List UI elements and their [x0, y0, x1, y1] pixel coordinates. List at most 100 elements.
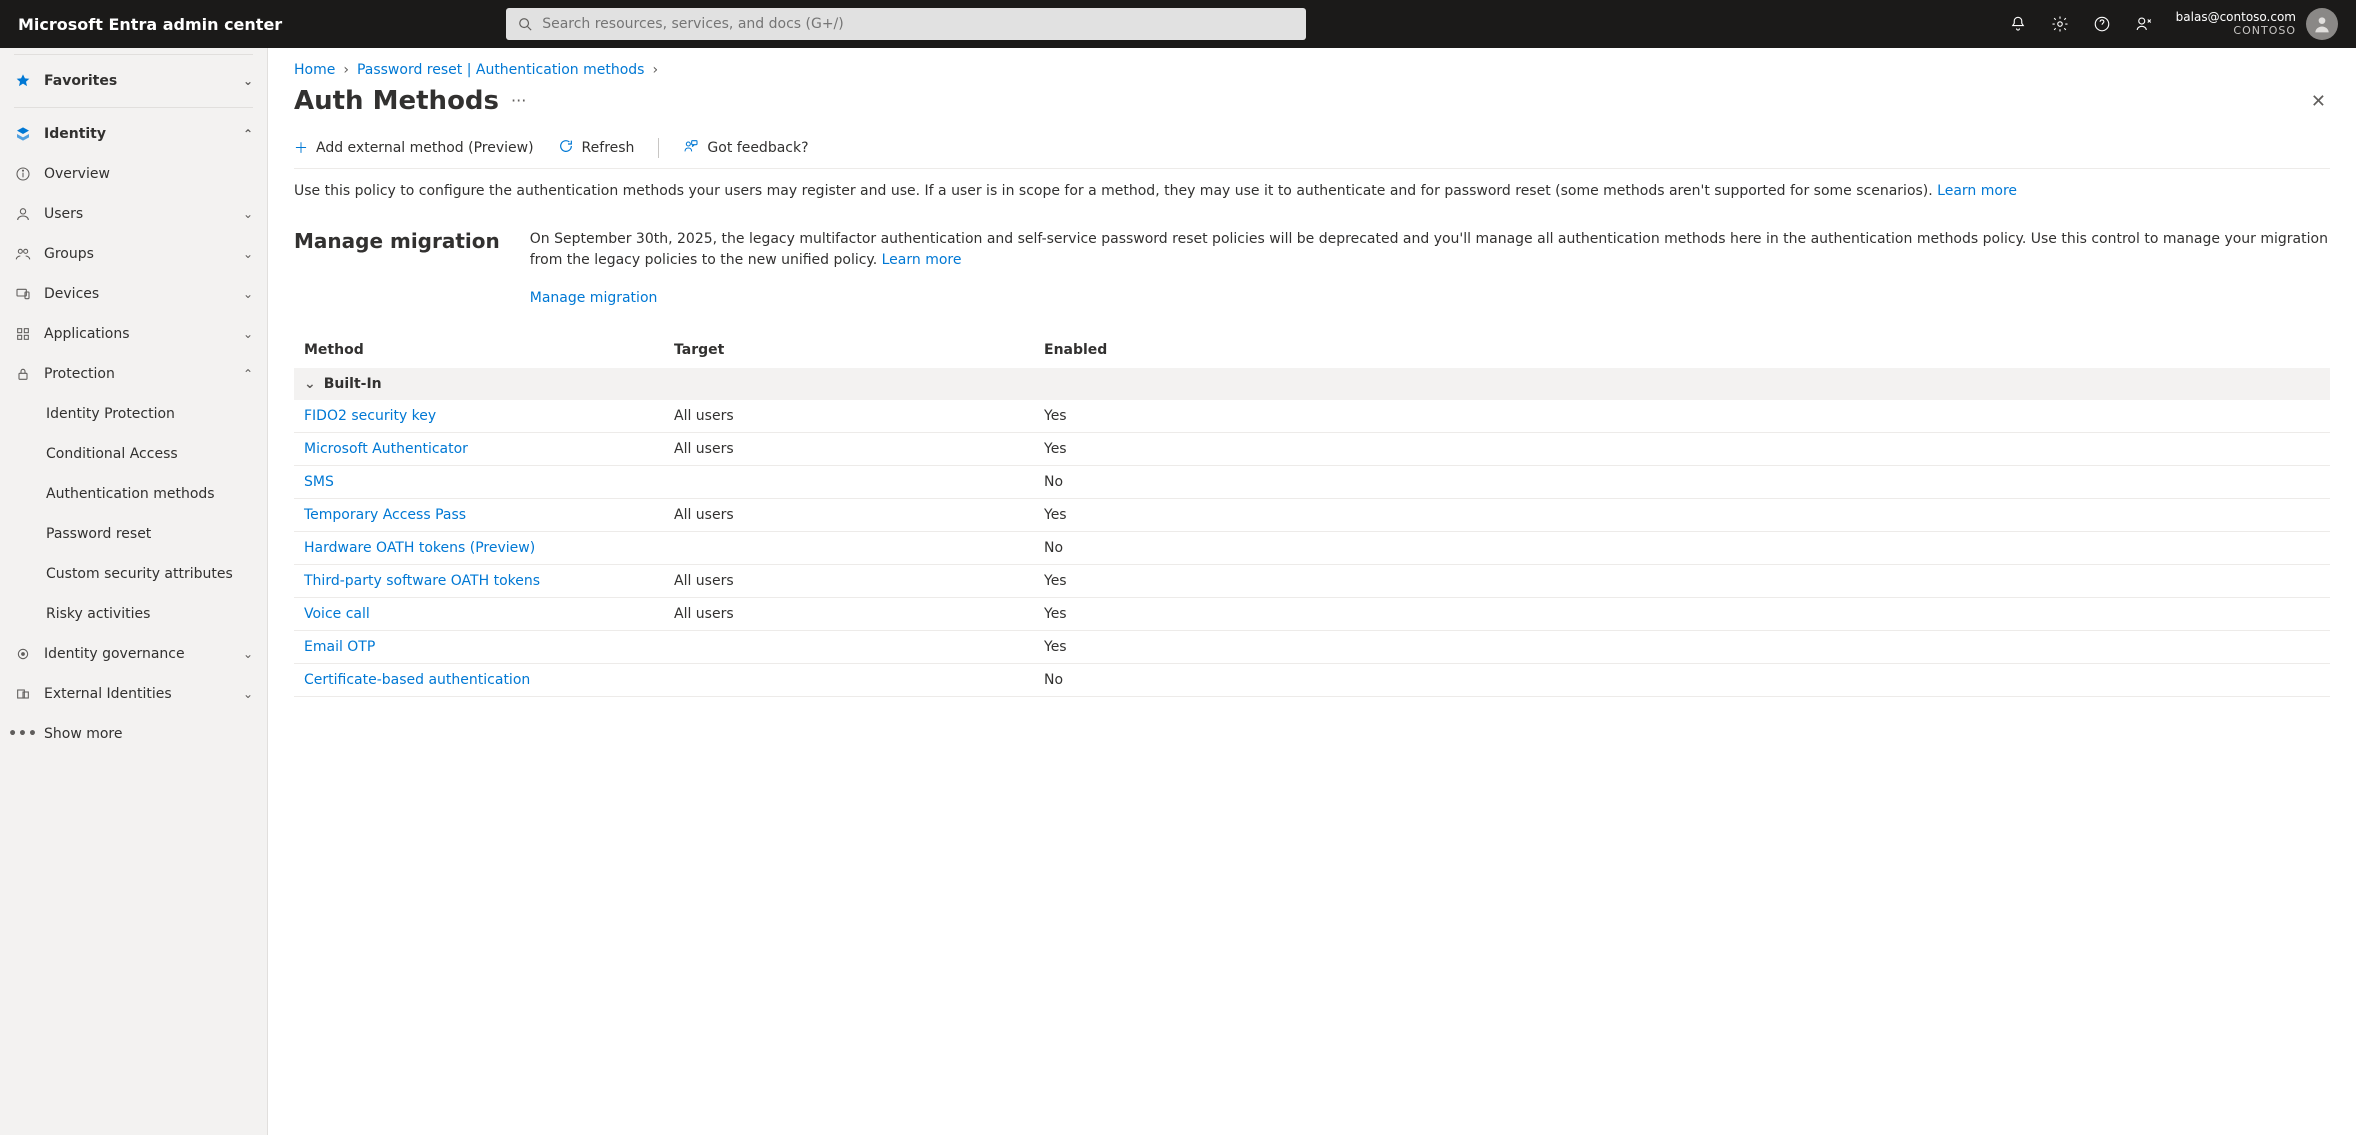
breadcrumb-home[interactable]: Home	[294, 62, 335, 78]
method-link[interactable]: Email OTP	[304, 639, 375, 655]
enabled-cell: Yes	[1034, 565, 2330, 598]
method-link[interactable]: FIDO2 security key	[304, 408, 436, 424]
method-link[interactable]: Voice call	[304, 606, 370, 622]
target-cell: All users	[664, 433, 1034, 466]
chevron-down-icon: ⌄	[243, 287, 253, 301]
desc-text: Use this policy to configure the authent…	[294, 183, 1937, 199]
table-row[interactable]: Third-party software OATH tokens All user…	[294, 565, 2330, 598]
target-cell: All users	[664, 565, 1034, 598]
method-link[interactable]: SMS	[304, 474, 334, 490]
sidebar-label: Identity Protection	[46, 406, 253, 422]
sidebar-item-applications[interactable]: Applications ⌄	[0, 314, 267, 354]
page-title: Auth Methods	[294, 86, 499, 116]
table-row[interactable]: Voice callAll usersYes	[294, 598, 2330, 631]
settings-icon[interactable]	[2050, 14, 2070, 34]
sidebar-item-password-reset[interactable]: Password reset	[0, 514, 267, 554]
chevron-down-icon: ⌄	[243, 687, 253, 701]
enabled-cell: Yes	[1034, 499, 2330, 532]
method-link[interactable]: Certificate-based authentication	[304, 672, 530, 688]
brand-title: Microsoft Entra admin center	[18, 15, 282, 34]
command-bar: ＋ Add external method (Preview) Refresh …	[294, 138, 2330, 158]
account-control[interactable]: balas@contoso.com CONTOSO	[2176, 8, 2338, 40]
sidebar-item-conditional-access[interactable]: Conditional Access	[0, 434, 267, 474]
col-target[interactable]: Target	[664, 334, 1034, 368]
enabled-cell: No	[1034, 664, 2330, 697]
sidebar-item-risky-activities[interactable]: Risky activities	[0, 594, 267, 634]
separator	[658, 138, 659, 158]
method-link[interactable]: Microsoft Authenticator	[304, 441, 468, 457]
sidebar-item-custom-security-attributes[interactable]: Custom security attributes	[0, 554, 267, 594]
migration-text: On September 30th, 2025, the legacy mult…	[530, 231, 2328, 267]
info-icon	[14, 165, 32, 183]
add-external-method-button[interactable]: ＋ Add external method (Preview)	[294, 138, 534, 158]
learn-more-link[interactable]: Learn more	[1937, 183, 2017, 199]
sidebar-item-protection[interactable]: Protection ⌃	[0, 354, 267, 394]
person-feedback-icon	[683, 138, 699, 158]
sidebar-item-identity-governance[interactable]: Identity governance ⌄	[0, 634, 267, 674]
enabled-cell: Yes	[1034, 598, 2330, 631]
sidebar-item-devices[interactable]: Devices ⌄	[0, 274, 267, 314]
enabled-cell: Yes	[1034, 631, 2330, 664]
sidebar-item-identity-protection[interactable]: Identity Protection	[0, 394, 267, 434]
method-link[interactable]: Temporary Access Pass	[304, 507, 466, 523]
ellipsis-icon: •••	[14, 725, 32, 743]
sidebar-item-overview[interactable]: Overview	[0, 154, 267, 194]
user-email: balas@contoso.com	[2176, 11, 2296, 25]
lock-icon	[14, 365, 32, 383]
groups-icon	[14, 245, 32, 263]
table-row[interactable]: Temporary Access PassAll usersYes	[294, 499, 2330, 532]
sidebar-section-favorites[interactable]: Favorites ⌄	[0, 61, 267, 101]
apps-icon	[14, 325, 32, 343]
more-actions-icon[interactable]: ···	[511, 93, 526, 109]
table-row[interactable]: FIDO2 security keyAll usersYes	[294, 400, 2330, 433]
cmd-label: Add external method (Preview)	[316, 140, 534, 156]
sidebar-label: Conditional Access	[46, 446, 253, 462]
feedback-icon[interactable]	[2134, 14, 2154, 34]
enabled-cell: Yes	[1034, 400, 2330, 433]
breadcrumb-password-reset[interactable]: Password reset | Authentication methods	[357, 62, 645, 78]
policy-description: Use this policy to configure the authent…	[294, 181, 2330, 201]
divider	[294, 168, 2330, 169]
enabled-cell: Yes	[1034, 433, 2330, 466]
chevron-down-icon: ⌄	[243, 247, 253, 261]
feedback-button[interactable]: Got feedback?	[683, 138, 808, 158]
method-link[interactable]: Hardware OATH tokens (Preview)	[304, 540, 535, 556]
user-tenant: CONTOSO	[2233, 25, 2296, 38]
search-icon	[516, 15, 534, 33]
help-icon[interactable]	[2092, 14, 2112, 34]
sidebar-label: Risky activities	[46, 606, 253, 622]
sidebar-label: Protection	[44, 366, 231, 382]
sidebar-item-authentication-methods[interactable]: Authentication methods	[0, 474, 267, 514]
sidebar-item-external-identities[interactable]: External Identities ⌄	[0, 674, 267, 714]
global-search[interactable]	[506, 8, 1306, 40]
migration-learn-more-link[interactable]: Learn more	[882, 252, 962, 268]
table-row[interactable]: SMS No	[294, 466, 2330, 499]
sidebar-section-identity[interactable]: Identity ⌃	[0, 114, 267, 154]
sidebar: Favorites ⌄ Identity ⌃ Overview Users ⌄ …	[0, 48, 268, 1135]
table-row[interactable]: Email OTP Yes	[294, 631, 2330, 664]
chevron-down-icon: ⌄	[243, 207, 253, 221]
chevron-down-icon: ⌄	[304, 376, 316, 392]
table-row[interactable]: Certificate-based authentication No	[294, 664, 2330, 697]
content-pane: Home › Password reset | Authentication m…	[268, 48, 2356, 1135]
group-label: Built-In	[324, 376, 382, 392]
notifications-icon[interactable]	[2008, 14, 2028, 34]
governance-icon	[14, 645, 32, 663]
table-row[interactable]: Hardware OATH tokens (Preview)No	[294, 532, 2330, 565]
refresh-button[interactable]: Refresh	[558, 138, 635, 158]
method-link[interactable]: Third-party software OATH tokens	[304, 573, 540, 589]
search-input[interactable]	[542, 16, 1296, 32]
table-row[interactable]: Microsoft Authenticator All usersYes	[294, 433, 2330, 466]
table-group-builtin[interactable]: ⌄ Built-In	[294, 368, 2330, 400]
sidebar-item-show-more[interactable]: ••• Show more	[0, 714, 267, 754]
enabled-cell: No	[1034, 466, 2330, 499]
col-method[interactable]: Method	[294, 334, 664, 368]
sidebar-label: External Identities	[44, 686, 231, 702]
user-icon	[14, 205, 32, 223]
cmd-label: Got feedback?	[707, 140, 808, 156]
close-icon[interactable]: ✕	[2307, 87, 2330, 116]
manage-migration-link[interactable]: Manage migration	[530, 288, 2330, 308]
sidebar-item-groups[interactable]: Groups ⌄	[0, 234, 267, 274]
sidebar-item-users[interactable]: Users ⌄	[0, 194, 267, 234]
col-enabled[interactable]: Enabled	[1034, 334, 2330, 368]
